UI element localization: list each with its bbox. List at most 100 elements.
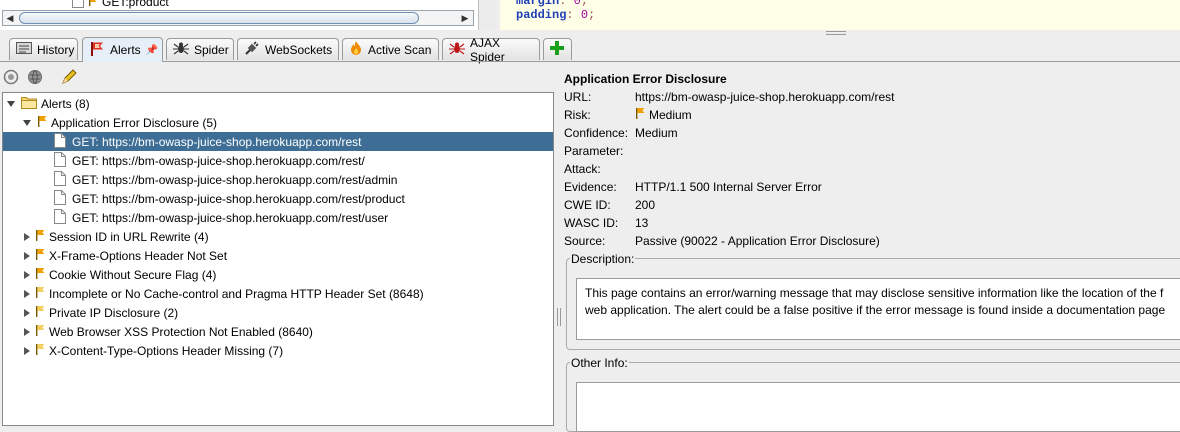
description-text[interactable]: This page contains an error/warning mess… [576, 278, 1180, 340]
alert-group-row[interactable]: Web Browser XSS Protection Not Enabled (… [3, 322, 553, 341]
alert-instance-row[interactable]: GET: https://bm-owasp-juice-shop.herokua… [3, 208, 553, 227]
tab-active-scan[interactable]: Active Scan [342, 38, 439, 60]
flag-icon [35, 324, 45, 339]
flag-icon [35, 305, 45, 320]
tab-label: Active Scan [368, 42, 432, 57]
detail-key: Attack: [564, 162, 601, 176]
collapsed-arrow-icon[interactable] [24, 270, 30, 279]
code-value: 0 [580, 8, 589, 22]
collapsed-arrow-icon[interactable] [24, 232, 30, 241]
tab-spider[interactable]: Spider [166, 38, 234, 60]
tree-label: Incomplete or No Cache-control and Pragm… [49, 286, 424, 301]
horizontal-scrollbar[interactable]: ◀ ▶ [2, 10, 474, 26]
detail-value: HTTP/1.1 500 Internal Server Error [635, 180, 822, 194]
alert-group-app-error[interactable]: Application Error Disclosure (5) [3, 113, 553, 132]
detail-key: Evidence: [564, 180, 617, 194]
flame-icon [349, 40, 363, 59]
tab-label: History [37, 42, 75, 57]
detail-row-confidence: Confidence: Medium [564, 124, 1180, 142]
collapsed-arrow-icon[interactable] [24, 327, 30, 336]
tree-label: Alerts (8) [41, 96, 90, 111]
tab-label: WebSockets [265, 42, 333, 57]
alerts-flag-icon [89, 41, 105, 60]
top-tree-item[interactable]: GET:product [72, 0, 169, 9]
document-icon [54, 208, 66, 227]
alert-instance-row[interactable]: GET: https://bm-owasp-juice-shop.herokua… [3, 132, 553, 151]
tab-alerts[interactable]: Alerts 📌 [82, 37, 163, 62]
alert-group-row[interactable]: Cookie Without Secure Flag (4) [3, 265, 553, 284]
detail-value: Medium [635, 126, 678, 140]
other-info-label: Other Info: [570, 356, 629, 370]
alert-group-row[interactable]: Session ID in URL Rewrite (4) [3, 227, 553, 246]
tab-ajax-spider[interactable]: AJAX Spider [442, 36, 540, 64]
collapsed-arrow-icon[interactable] [24, 251, 30, 260]
tree-label: GET: https://bm-owasp-juice-shop.herokua… [72, 172, 398, 187]
folder-icon [21, 95, 37, 112]
detail-row-source: Source: Passive (90022 - Application Erro… [564, 232, 1180, 250]
tab-history[interactable]: History [9, 38, 78, 60]
alert-group-row[interactable]: Private IP Disclosure (2) [3, 303, 553, 322]
scroll-left-icon[interactable]: ◀ [4, 12, 16, 24]
detail-row-url: URL: https://bm-owasp-juice-shop.herokuap… [564, 88, 1180, 106]
other-info-text[interactable] [576, 382, 1180, 432]
alert-instance-row[interactable]: GET: https://bm-owasp-juice-shop.herokua… [3, 189, 553, 208]
tab-label: Alerts [110, 43, 141, 57]
alert-group-row[interactable]: X-Content-Type-Options Header Missing (7… [3, 341, 553, 360]
node-checkbox[interactable] [72, 0, 84, 8]
alert-instance-row[interactable]: GET: https://bm-owasp-juice-shop.herokua… [3, 170, 553, 189]
detail-row-risk: Risk: Medium [564, 106, 1180, 124]
detail-value: 13 [635, 216, 649, 230]
alert-group-row[interactable]: X-Frame-Options Header Not Set [3, 246, 553, 265]
vertical-splitter[interactable] [557, 308, 561, 326]
flag-icon [35, 267, 45, 282]
horizontal-splitter[interactable] [826, 31, 846, 35]
detail-key: WASC ID: [564, 216, 619, 230]
tree-label: GET: https://bm-owasp-juice-shop.herokua… [72, 134, 362, 149]
alert-instance-row[interactable]: GET: https://bm-owasp-juice-shop.herokua… [3, 151, 553, 170]
detail-value: https://bm-owasp-juice-shop.herokuapp.co… [635, 90, 895, 104]
flag-icon [88, 0, 98, 9]
tree-label: Web Browser XSS Protection Not Enabled (… [49, 324, 313, 339]
tab-label: Spider [194, 42, 229, 57]
detail-row-parameter: Parameter: [564, 142, 1180, 160]
description-line: web application. The alert could be a fa… [585, 303, 1166, 317]
flag-icon [35, 343, 45, 358]
code-key: margin [516, 0, 560, 8]
plus-icon [550, 41, 564, 58]
detail-value: Medium [649, 108, 692, 122]
history-icon [16, 41, 32, 58]
alert-details-panel: Application Error Disclosure URL: https:/… [564, 70, 1180, 250]
detail-value: 200 [635, 198, 656, 212]
scroll-right-icon[interactable]: ▶ [459, 12, 471, 24]
detail-row-attack: Attack: [564, 160, 1180, 178]
expand-arrow-icon[interactable] [23, 119, 31, 126]
document-icon [54, 189, 66, 208]
scrollbar-thumb[interactable] [19, 12, 419, 24]
detail-row-evidence: Evidence: HTTP/1.1 500 Internal Server Er… [564, 178, 1180, 196]
alert-group-row[interactable]: Incomplete or No Cache-control and Pragm… [3, 284, 553, 303]
collapsed-arrow-icon[interactable] [24, 289, 30, 298]
flag-icon [35, 248, 45, 263]
tab-websockets[interactable]: WebSockets [237, 38, 339, 60]
tab-label: AJAX Spider [470, 35, 505, 64]
document-icon [54, 170, 66, 189]
add-tab-button[interactable] [543, 38, 572, 60]
tree-label: X-Frame-Options Header Not Set [49, 248, 228, 263]
pin-icon[interactable]: 📌 [146, 45, 158, 56]
flag-icon [37, 115, 47, 130]
collapsed-arrow-icon[interactable] [24, 308, 30, 317]
vertical-scrollbar[interactable] [478, 0, 495, 30]
response-body-code: margin: 0; padding: 0; [500, 0, 1180, 30]
tree-label: Application Error Disclosure (5) [51, 115, 218, 130]
collapsed-arrow-icon[interactable] [24, 346, 30, 355]
detail-key: URL: [564, 90, 592, 104]
filter-target-icon[interactable] [3, 69, 19, 88]
detail-row-wasc: WASC ID: 13 [564, 214, 1180, 232]
expand-arrow-icon[interactable] [7, 100, 15, 107]
edit-pencil-icon[interactable] [60, 68, 78, 89]
code-value: 0 [573, 0, 581, 8]
top-tree-item-label: GET:product [102, 0, 169, 9]
tree-root-alerts[interactable]: Alerts (8) [3, 94, 553, 113]
description-line: This page contains an error/warning mess… [585, 286, 1164, 300]
globe-icon[interactable] [27, 69, 43, 88]
